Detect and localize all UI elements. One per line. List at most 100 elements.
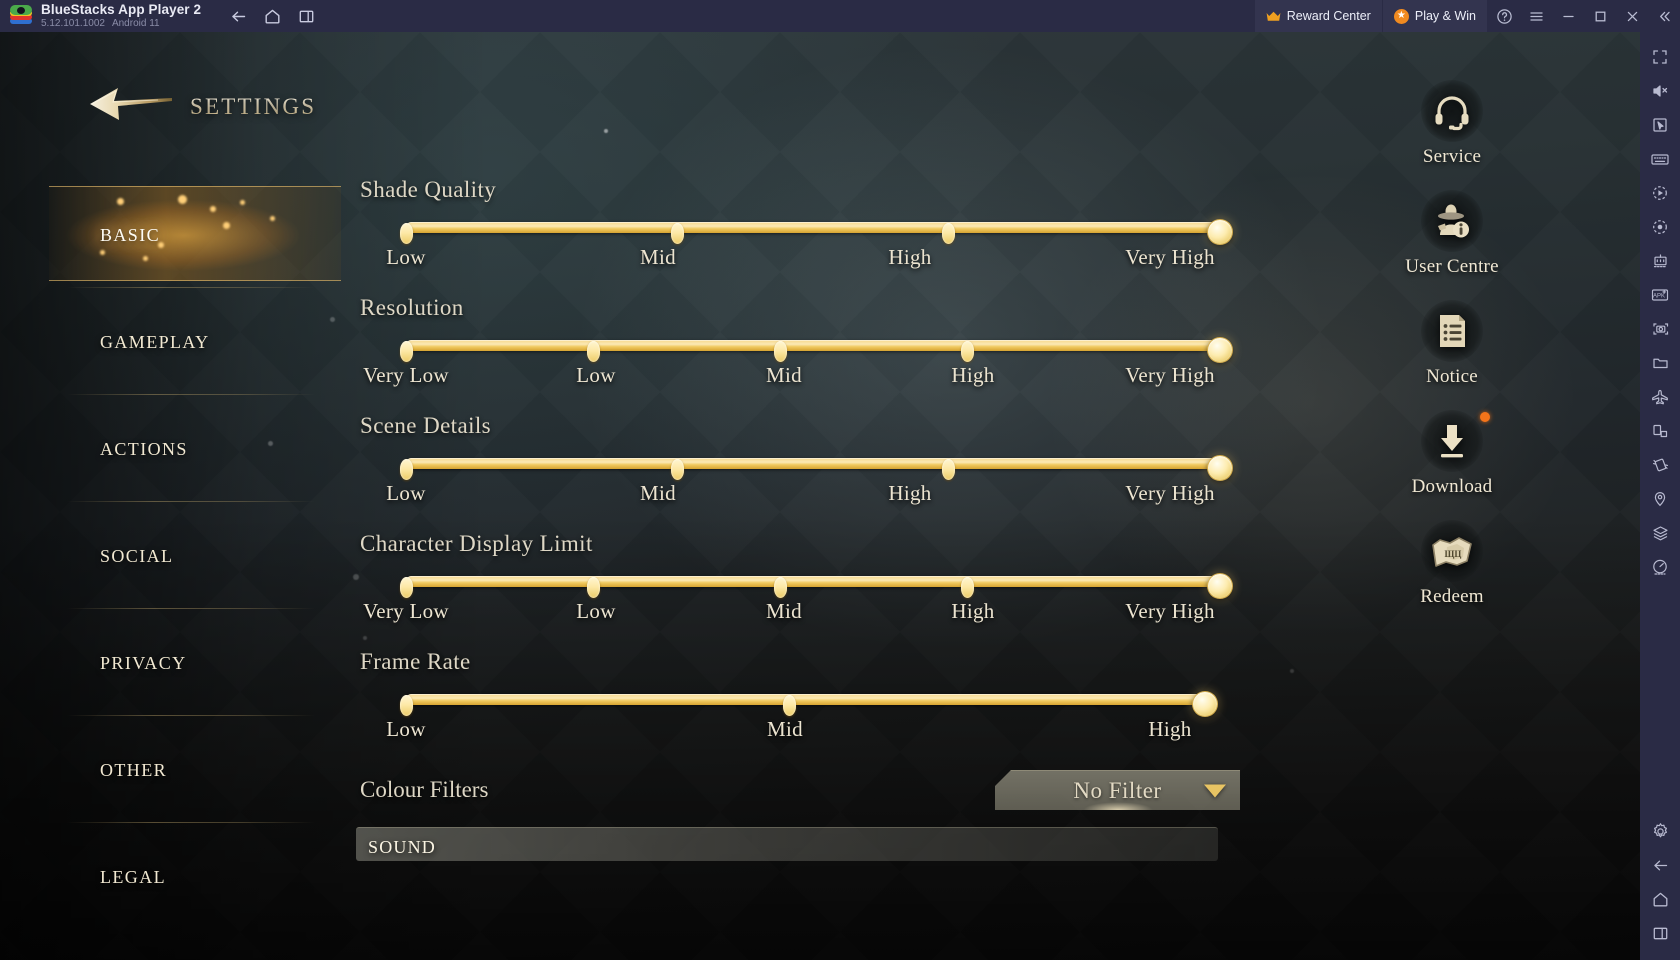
slider-tick-labels: Low Mid High Very High — [360, 481, 1240, 509]
setting-shade-quality: Shade Quality Low Mid High Very High — [360, 177, 1240, 273]
quick-action-label: User Centre — [1405, 256, 1499, 277]
slider-track[interactable] — [399, 337, 1233, 363]
media-manager-icon[interactable] — [1640, 346, 1680, 380]
layers-icon[interactable] — [1640, 516, 1680, 550]
setting-label: Character Display Limit — [360, 531, 593, 556]
eco-mode-icon[interactable] — [1640, 244, 1680, 278]
sidebar-item-basic[interactable]: Basic — [49, 180, 341, 287]
slider-knob[interactable] — [1192, 691, 1218, 717]
slider-scene-details[interactable] — [360, 452, 1240, 481]
settings-sidebar: Basic Gameplay Actions Social Privacy Ot… — [49, 180, 341, 929]
shake-icon[interactable] — [1640, 448, 1680, 482]
tick-label: Low — [386, 717, 426, 741]
slider-frame-rate[interactable] — [360, 688, 1240, 717]
slider-tick — [399, 341, 413, 362]
slider-knob[interactable] — [1207, 219, 1233, 245]
quick-action-label: Download — [1411, 476, 1493, 497]
bluestacks-logo-icon — [10, 5, 32, 27]
game-viewport: Settings Basic Gameplay Actions Social P… — [0, 32, 1640, 960]
slider-knob[interactable] — [1207, 455, 1233, 481]
macro-play-icon[interactable] — [1640, 176, 1680, 210]
slider-knob[interactable] — [1207, 337, 1233, 363]
maximize-button[interactable] — [1584, 0, 1616, 32]
slider-tick-labels: Very Low Low Mid High Very High — [360, 363, 1240, 391]
close-button[interactable] — [1616, 0, 1648, 32]
sidebar-item-legal[interactable]: Legal — [55, 822, 335, 929]
slider-track[interactable] — [399, 219, 1233, 245]
tick-label: Mid — [640, 481, 676, 505]
slider-tick — [670, 223, 684, 244]
dropdown-glow — [1082, 802, 1153, 810]
play-and-win-button[interactable]: ★ Play & Win — [1382, 0, 1488, 32]
tick-label: Very High — [1125, 245, 1215, 269]
page-title: Settings — [190, 85, 317, 122]
slider-knob[interactable] — [1207, 573, 1233, 599]
quick-action-label: Notice — [1426, 366, 1478, 387]
slider-tick — [783, 695, 797, 716]
svg-text:ЩЦ: ЩЦ — [1445, 549, 1462, 559]
multi-instance-icon[interactable] — [291, 3, 321, 29]
quick-action-redeem[interactable]: ЩЦ Redeem — [1392, 520, 1512, 608]
quick-action-download[interactable]: Download — [1392, 410, 1512, 498]
slider-tick — [670, 459, 684, 480]
tick-label: High — [951, 363, 995, 387]
slider-track[interactable] — [399, 691, 1218, 717]
home-icon[interactable] — [257, 3, 287, 29]
screenshot-icon[interactable] — [1640, 312, 1680, 346]
back-arrow-icon[interactable] — [88, 82, 174, 126]
quick-access-icon-column: Service User Centre Notice Download ЩЦ R… — [1392, 80, 1512, 630]
sidebar-item-gameplay[interactable]: Gameplay — [55, 287, 335, 394]
tick-label: Mid — [640, 245, 676, 269]
tick-label: Very High — [1125, 599, 1215, 623]
sidebar-item-actions[interactable]: Actions — [55, 394, 335, 501]
back-icon[interactable] — [223, 3, 253, 29]
rotate-icon[interactable] — [1640, 414, 1680, 448]
settings-icon[interactable] — [1640, 814, 1680, 848]
slider-resolution[interactable] — [360, 334, 1240, 363]
keyboard-controls-icon[interactable] — [1640, 142, 1680, 176]
record-icon[interactable] — [1640, 210, 1680, 244]
sidebar-item-other[interactable]: Other — [55, 715, 335, 822]
cursor-icon[interactable] — [1640, 108, 1680, 142]
slider-track[interactable] — [399, 573, 1233, 599]
tick-label: Very Low — [363, 599, 449, 623]
slider-tick — [399, 695, 413, 716]
location-icon[interactable] — [1640, 482, 1680, 516]
tick-label: Very High — [1125, 481, 1215, 505]
bluestacks-titlebar: BlueStacks App Player 2 5.12.101.1002 And… — [0, 0, 1680, 32]
titlebar-nav-buttons — [223, 3, 321, 29]
tick-label: Low — [576, 363, 616, 387]
slider-character-display-limit[interactable] — [360, 570, 1240, 599]
hamburger-menu-icon[interactable] — [1520, 0, 1552, 32]
help-icon[interactable] — [1488, 0, 1520, 32]
recents-icon[interactable] — [1640, 916, 1680, 950]
tick-label: Mid — [766, 599, 802, 623]
airplane-icon[interactable] — [1640, 380, 1680, 414]
colour-filter-value: No Filter — [1073, 777, 1162, 803]
sidebar-item-privacy[interactable]: Privacy — [55, 608, 335, 715]
setting-label: Scene Details — [360, 413, 492, 438]
mute-icon[interactable] — [1640, 74, 1680, 108]
install-apk-icon[interactable]: APK — [1640, 278, 1680, 312]
section-header-sound[interactable]: Sound — [356, 827, 1218, 861]
collapse-sidebar-button[interactable] — [1648, 0, 1680, 32]
reward-center-button[interactable]: Reward Center — [1254, 0, 1383, 32]
fullscreen-icon[interactable] — [1640, 40, 1680, 74]
slider-tick — [942, 459, 956, 480]
quick-action-user-centre[interactable]: User Centre — [1392, 190, 1512, 278]
active-highlight — [49, 186, 341, 281]
minimize-button[interactable] — [1552, 0, 1584, 32]
quick-action-label: Redeem — [1420, 586, 1484, 607]
slider-shade-quality[interactable] — [360, 216, 1240, 245]
setting-scene-details: Scene Details Low Mid High Very High — [360, 413, 1240, 509]
colour-filter-dropdown[interactable]: No Filter — [995, 770, 1240, 810]
home-icon[interactable] — [1640, 882, 1680, 916]
slider-track[interactable] — [399, 455, 1233, 481]
sidebar-item-social[interactable]: Social — [55, 501, 335, 608]
back-icon[interactable] — [1640, 848, 1680, 882]
bluestacks-sidebar: APK — [1640, 32, 1680, 960]
quick-action-notice[interactable]: Notice — [1392, 300, 1512, 388]
performance-icon[interactable] — [1640, 550, 1680, 584]
play-and-win-label: Play & Win — [1414, 9, 1476, 23]
quick-action-service[interactable]: Service — [1392, 80, 1512, 168]
